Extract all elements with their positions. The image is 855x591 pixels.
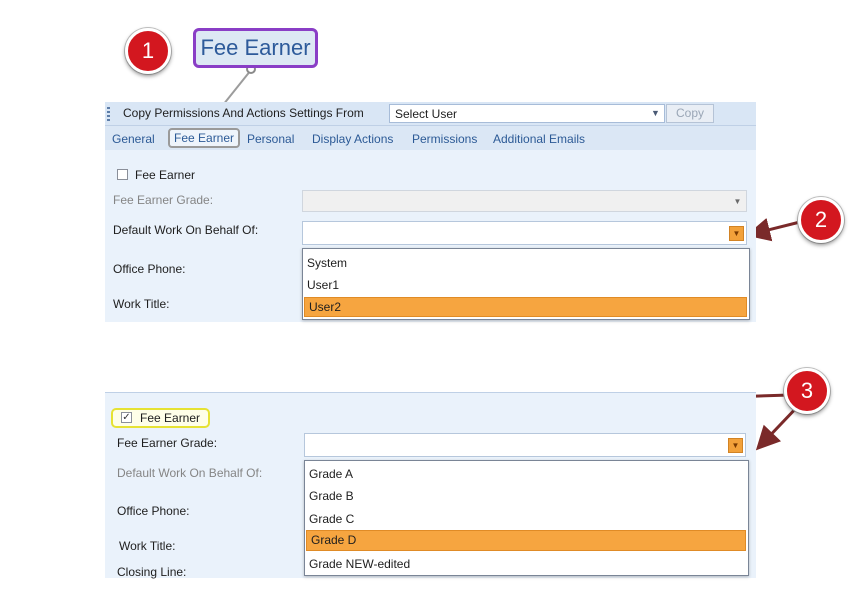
default-work-combo[interactable]: ▼ <box>302 221 747 245</box>
toolbar-grip-icon[interactable] <box>107 107 110 121</box>
tab-personal[interactable]: Personal <box>247 132 294 146</box>
dropdown-option[interactable]: Grade C <box>309 512 354 526</box>
fee-earner-checkbox-label: Fee Earner <box>140 411 201 425</box>
dropdown-option[interactable]: Grade B <box>309 489 354 503</box>
dropdown-option-selected[interactable]: Grade D <box>306 530 746 551</box>
tab-additional-emails[interactable]: Additional Emails <box>493 132 585 146</box>
default-work-label: Default Work On Behalf Of: <box>113 223 259 237</box>
chevron-down-icon: ▼ <box>733 197 742 206</box>
fee-earner-grade-combo[interactable]: ▼ <box>304 433 746 457</box>
dropdown-option[interactable]: System <box>307 256 347 270</box>
fee-earner-tab-zoom: Fee Earner <box>193 28 318 68</box>
callout-badge-3: 3 <box>784 368 830 414</box>
fee-earner-grade-label: Fee Earner Grade: <box>117 436 218 450</box>
fee-earner-grade-combo: ▼ <box>302 190 747 212</box>
work-title-label: Work Title: <box>113 297 170 311</box>
copy-settings-toolbar: Copy Permissions And Actions Settings Fr… <box>105 102 756 126</box>
dropdown-option[interactable]: User1 <box>307 278 339 292</box>
chevron-down-icon[interactable]: ▼ <box>728 438 743 453</box>
chevron-down-icon[interactable]: ▼ <box>648 106 663 121</box>
work-title-label: Work Title: <box>119 539 176 553</box>
dropdown-option[interactable]: Grade NEW-edited <box>309 557 410 571</box>
copy-button[interactable]: Copy <box>666 104 714 123</box>
default-work-dropdown-list: System User1 User2 <box>302 248 750 320</box>
copy-settings-label: Copy Permissions And Actions Settings Fr… <box>123 106 364 120</box>
dropdown-option[interactable]: Grade A <box>309 467 353 481</box>
chevron-down-icon[interactable]: ▼ <box>729 226 744 241</box>
closing-line-label: Closing Line: <box>117 565 187 579</box>
office-phone-label: Office Phone: <box>117 504 190 518</box>
tab-bar: General Fee Earner Personal Display Acti… <box>105 126 756 150</box>
fee-earner-grade-label: Fee Earner Grade: <box>113 193 214 207</box>
callout-2-arrow <box>746 217 801 242</box>
default-work-label: Default Work On Behalf Of: <box>117 466 263 480</box>
settings-panel-before: Copy Permissions And Actions Settings Fr… <box>105 102 756 322</box>
fee-earner-checkbox-checked[interactable]: ✓ <box>121 412 132 423</box>
tab-general[interactable]: General <box>112 132 155 146</box>
fee-earner-checkbox[interactable] <box>117 169 128 180</box>
tab-display-actions[interactable]: Display Actions <box>312 132 393 146</box>
tab-permissions[interactable]: Permissions <box>412 132 477 146</box>
select-user-dropdown[interactable]: Select User ▼ <box>389 104 665 123</box>
office-phone-label: Office Phone: <box>113 262 186 276</box>
callout-badge-1: 1 <box>125 28 171 74</box>
dropdown-option-selected[interactable]: User2 <box>304 297 747 317</box>
tab-fee-earner[interactable]: Fee Earner <box>168 128 241 148</box>
fee-earner-checkbox-label: Fee Earner <box>135 168 196 182</box>
callout-badge-2: 2 <box>798 197 844 243</box>
fee-earner-grade-dropdown-list: Grade A Grade B Grade C Grade D Grade NE… <box>304 460 749 576</box>
